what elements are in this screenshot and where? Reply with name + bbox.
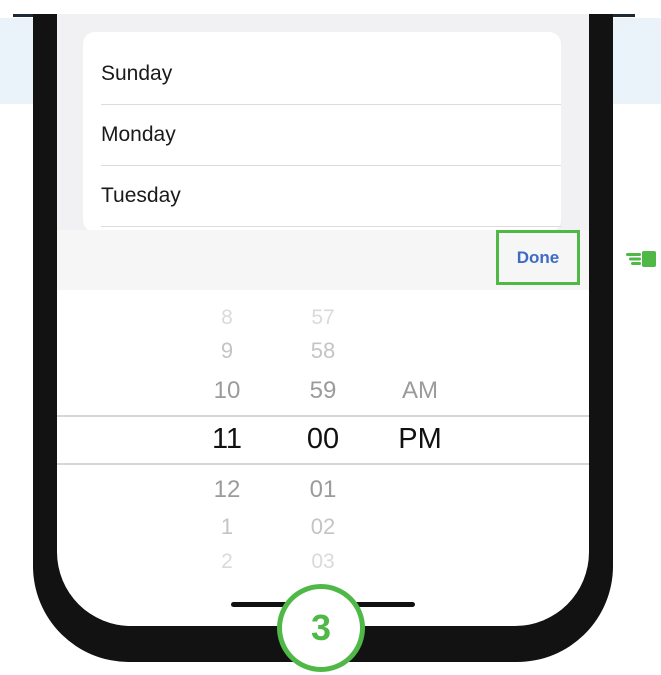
phone-screen: Sunday Monday Tuesday Done 8 9 10 11 12 …: [57, 14, 589, 626]
list-item-tuesday[interactable]: Tuesday: [101, 166, 561, 227]
step-number-badge: 3: [277, 584, 365, 672]
selection-top-line: [57, 415, 589, 417]
minute-option[interactable]: 59: [293, 377, 353, 405]
minute-option[interactable]: 58: [293, 338, 353, 364]
hour-selected[interactable]: 11: [197, 423, 257, 456]
time-picker[interactable]: 8 9 10 11 12 1 2 57 58 59 00 01 02 03 AM…: [57, 290, 589, 626]
pointing-hand-icon: [626, 251, 656, 267]
hour-option[interactable]: 9: [197, 338, 257, 364]
period-selected[interactable]: PM: [390, 423, 450, 456]
period-option-am[interactable]: AM: [390, 377, 450, 405]
minute-selected[interactable]: 00: [293, 423, 353, 456]
minute-option[interactable]: 02: [293, 514, 353, 540]
hour-option[interactable]: 12: [197, 476, 257, 504]
hour-option[interactable]: 1: [197, 514, 257, 540]
list-item-sunday[interactable]: Sunday: [101, 44, 561, 105]
hour-option[interactable]: 2: [197, 550, 257, 574]
repeat-days-sheet: Sunday Monday Tuesday: [57, 14, 589, 232]
selection-bottom-line: [57, 463, 589, 465]
list-item-monday[interactable]: Monday: [101, 105, 561, 166]
minute-option[interactable]: 57: [293, 306, 353, 330]
days-list: Sunday Monday Tuesday: [83, 32, 561, 232]
done-button[interactable]: Done: [496, 230, 580, 285]
hour-option[interactable]: 8: [197, 306, 257, 330]
minute-option[interactable]: 03: [293, 550, 353, 574]
phone-frame: Sunday Monday Tuesday Done 8 9 10 11 12 …: [33, 14, 613, 662]
hour-option[interactable]: 10: [197, 377, 257, 405]
minute-option[interactable]: 01: [293, 476, 353, 504]
